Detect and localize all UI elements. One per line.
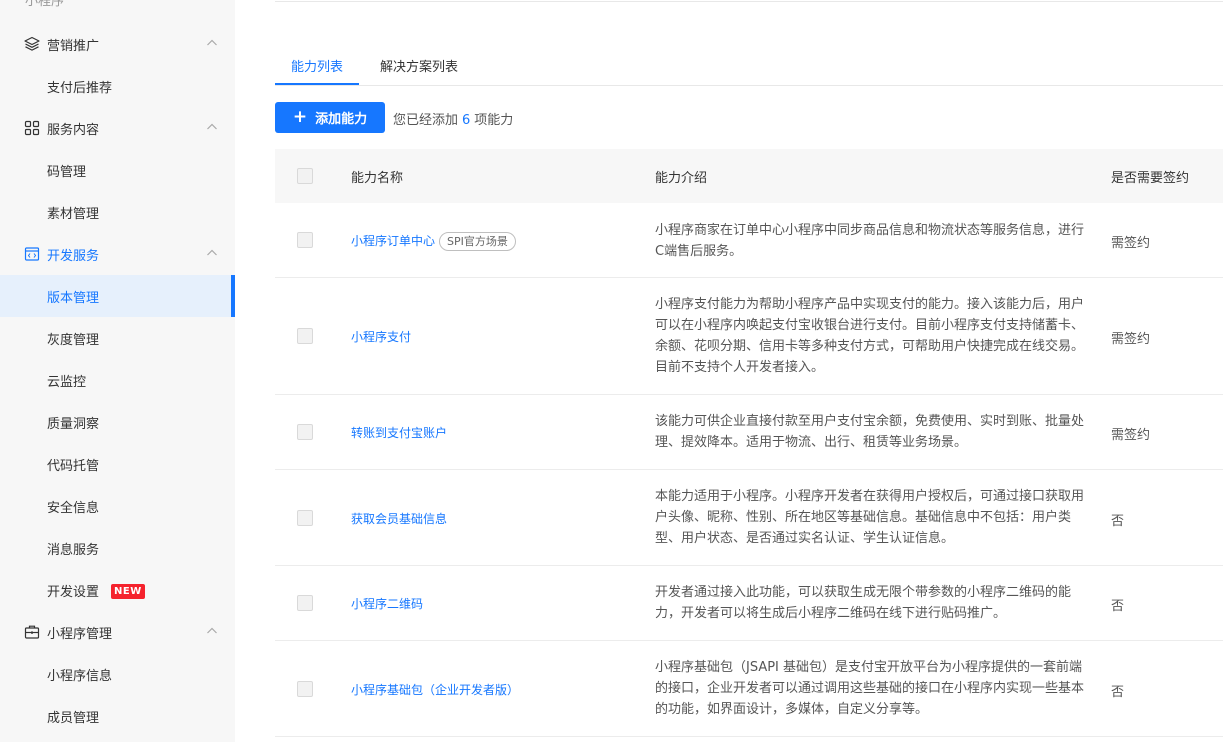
capability-desc: 小程序支付能力为帮助小程序产品中实现支付的能力。接入该能力后，用户可以在小程序内… xyxy=(655,297,1085,375)
capability-desc: 该能力可供企业直接付款至用户支付宝余额，免费使用、实时到账、批量处理、提效降本。… xyxy=(655,414,1085,450)
new-badge: NEW xyxy=(111,584,145,599)
sidebar-group-marketing[interactable]: 营销推广 xyxy=(0,23,235,65)
header-need-signing: 是否需要签约 xyxy=(1111,171,1190,186)
sidebar-item-pay-recommend[interactable]: 支付后推荐 xyxy=(0,65,235,107)
top-divider xyxy=(275,1,1223,2)
sidebar-item-gray-management[interactable]: 灰度管理 xyxy=(0,317,235,359)
signing-status: 需签约 xyxy=(1111,428,1151,443)
capability-desc: 小程序基础包（JSAPI 基础包）是支付宝开放平台为小程序提供的一套前端的接口，… xyxy=(655,660,1085,717)
spi-tag: SPI官方场景 xyxy=(439,232,516,251)
select-all-checkbox[interactable] xyxy=(297,168,313,184)
chevron-up-icon xyxy=(207,627,217,634)
tab-capability-list[interactable]: 能力列表 xyxy=(291,56,343,75)
briefcase-icon xyxy=(24,625,40,639)
sidebar-item-miniapp-info[interactable]: 小程序信息 xyxy=(0,653,235,695)
row-checkbox[interactable] xyxy=(297,424,313,440)
plus-icon: + xyxy=(292,107,308,127)
sidebar-item-label: 码管理 xyxy=(47,165,87,180)
add-capability-label: 添加能力 xyxy=(315,112,368,127)
sidebar-top-label: 小程序 xyxy=(25,0,65,9)
capability-desc: 本能力适用于小程序。小程序开发者在获得用户授权后，可通过接口获取用户头像、昵称、… xyxy=(655,489,1085,546)
header-capability-intro: 能力介绍 xyxy=(655,171,708,186)
tab-bar: 能力列表 解决方案列表 xyxy=(275,48,1223,86)
sidebar-item-label: 支付后推荐 xyxy=(47,81,113,96)
capability-table: 能力名称 能力介绍 是否需要签约 小程序订单中心 SPI官方场景 小程序商家在订单… xyxy=(275,149,1223,737)
selected-indicator xyxy=(231,275,235,317)
sidebar-item-version-management[interactable]: 版本管理 xyxy=(0,275,235,317)
sidebar-group-label: 开发服务 xyxy=(47,249,100,264)
table-row: 小程序订单中心 SPI官方场景 小程序商家在订单中心小程序中同步商品信息和物流状态… xyxy=(275,203,1223,278)
table-row: 小程序基础包（企业开发者版） 小程序基础包（JSAPI 基础包）是支付宝开放平台… xyxy=(275,641,1223,737)
layers-icon xyxy=(24,36,40,51)
row-checkbox[interactable] xyxy=(297,232,313,248)
capability-name-link[interactable]: 获取会员基础信息 xyxy=(351,510,447,527)
sidebar-item-quality-insight[interactable]: 质量洞察 xyxy=(0,401,235,443)
sidebar-item-dev-settings[interactable]: 开发设置 NEW xyxy=(0,569,235,611)
chevron-up-icon xyxy=(207,249,217,256)
added-count-info: 您已经添加 6 项能力 xyxy=(393,109,513,128)
added-prefix: 您已经添加 xyxy=(393,113,459,128)
header-capability-name: 能力名称 xyxy=(351,171,404,186)
sidebar-item-member-management[interactable]: 成员管理 xyxy=(0,695,235,737)
row-checkbox[interactable] xyxy=(297,681,313,697)
capability-name-link[interactable]: 转账到支付宝账户 xyxy=(351,424,447,441)
sidebar-item-label: 素材管理 xyxy=(47,207,100,222)
signing-status: 否 xyxy=(1111,599,1125,614)
code-window-icon xyxy=(24,247,40,261)
added-suffix: 项能力 xyxy=(474,113,514,128)
sidebar-item-label: 开发设置 xyxy=(47,585,100,600)
chevron-up-icon xyxy=(207,39,217,46)
add-capability-button[interactable]: + 添加能力 xyxy=(275,102,385,133)
signing-status: 需签约 xyxy=(1111,332,1151,347)
sidebar-group-label: 服务内容 xyxy=(47,123,100,138)
signing-status: 否 xyxy=(1111,685,1125,700)
capability-name-link[interactable]: 小程序订单中心 SPI官方场景 xyxy=(351,232,516,251)
sidebar-group-service-content[interactable]: 服务内容 xyxy=(0,107,235,149)
table-row: 小程序二维码 开发者通过接入此功能，可以获取生成无限个带参数的小程序二维码的能力… xyxy=(275,566,1223,641)
chevron-up-icon xyxy=(207,123,217,130)
sidebar-item-label: 代码托管 xyxy=(47,459,100,474)
capability-name: 小程序订单中心 xyxy=(351,234,436,248)
sidebar-item-label: 质量洞察 xyxy=(47,417,100,432)
sidebar-item-cloud-monitor[interactable]: 云监控 xyxy=(0,359,235,401)
sidebar-group-dev-service[interactable]: 开发服务 xyxy=(0,233,235,275)
sidebar-group-label: 小程序管理 xyxy=(47,627,113,642)
sidebar-item-label: 成员管理 xyxy=(47,711,100,726)
row-checkbox[interactable] xyxy=(297,595,313,611)
capability-name-link[interactable]: 小程序基础包（企业开发者版） xyxy=(351,681,519,698)
sidebar: 小程序 营销推广 支付后推荐 服务内容 码管理 素材管理 开发服务 版本管理 灰… xyxy=(0,0,235,742)
capability-name-link[interactable]: 小程序二维码 xyxy=(351,595,423,612)
added-count: 6 xyxy=(462,113,471,128)
sidebar-item-label: 版本管理 xyxy=(47,291,100,306)
signing-status: 需签约 xyxy=(1111,236,1151,251)
capability-desc: 小程序商家在订单中心小程序中同步商品信息和物流状态等服务信息，进行C端售后服务。 xyxy=(655,223,1085,259)
sidebar-item-message-service[interactable]: 消息服务 xyxy=(0,527,235,569)
sidebar-item-label: 云监控 xyxy=(47,375,87,390)
table-row: 转账到支付宝账户 该能力可供企业直接付款至用户支付宝余额，免费使用、实时到账、批… xyxy=(275,395,1223,470)
sidebar-item-label: 小程序信息 xyxy=(47,669,113,684)
sidebar-item-security-info[interactable]: 安全信息 xyxy=(0,485,235,527)
sidebar-group-label: 营销推广 xyxy=(47,39,100,54)
capability-desc: 开发者通过接入此功能，可以获取生成无限个带参数的小程序二维码的能力，开发者可以将… xyxy=(655,585,1072,621)
row-checkbox[interactable] xyxy=(297,510,313,526)
sidebar-item-code-management[interactable]: 码管理 xyxy=(0,149,235,191)
signing-status: 否 xyxy=(1111,514,1125,529)
capability-name-link[interactable]: 小程序支付 xyxy=(351,328,411,345)
active-tab-indicator xyxy=(275,83,359,85)
sidebar-item-label: 灰度管理 xyxy=(47,333,100,348)
table-header: 能力名称 能力介绍 是否需要签约 xyxy=(275,149,1223,203)
apps-icon xyxy=(24,120,40,136)
row-checkbox[interactable] xyxy=(297,328,313,344)
table-row: 获取会员基础信息 本能力适用于小程序。小程序开发者在获得用户授权后，可通过接口获… xyxy=(275,470,1223,566)
sidebar-item-code-hosting[interactable]: 代码托管 xyxy=(0,443,235,485)
sidebar-item-label: 安全信息 xyxy=(47,501,100,516)
sidebar-group-miniapp-management[interactable]: 小程序管理 xyxy=(0,611,235,653)
table-row: 小程序支付 小程序支付能力为帮助小程序产品中实现支付的能力。接入该能力后，用户可… xyxy=(275,278,1223,395)
tab-solution-list[interactable]: 解决方案列表 xyxy=(380,56,458,75)
sidebar-item-material-management[interactable]: 素材管理 xyxy=(0,191,235,233)
sidebar-item-label: 消息服务 xyxy=(47,543,100,558)
